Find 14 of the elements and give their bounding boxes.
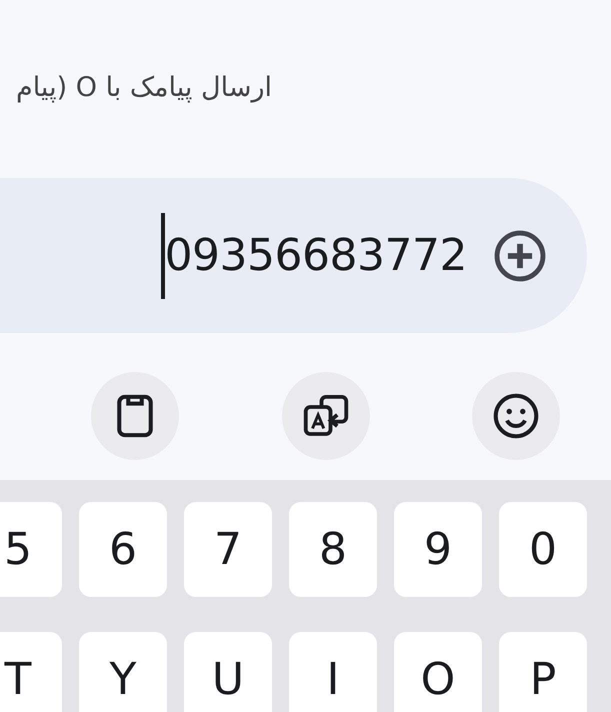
- keyboard-key[interactable]: O: [394, 632, 482, 712]
- keyboard-key[interactable]: P: [499, 632, 587, 712]
- keyboard-key[interactable]: 6: [79, 502, 167, 597]
- keyboard-key[interactable]: 5: [0, 502, 62, 597]
- recipient-field[interactable]: 09356683772: [0, 178, 587, 333]
- keyboard-key[interactable]: I: [289, 632, 377, 712]
- keyboard-key[interactable]: U: [184, 632, 272, 712]
- keyboard-key[interactable]: 7: [184, 502, 272, 597]
- keyboard-key[interactable]: 0: [499, 502, 587, 597]
- keyboard-key[interactable]: T: [0, 632, 62, 712]
- compose-hint: ارسال پیامک با O (پیام: [16, 71, 272, 105]
- keyboard-key[interactable]: Y: [79, 632, 167, 712]
- keyboard-key[interactable]: 8: [289, 502, 377, 597]
- keyboard-key[interactable]: 9: [394, 502, 482, 597]
